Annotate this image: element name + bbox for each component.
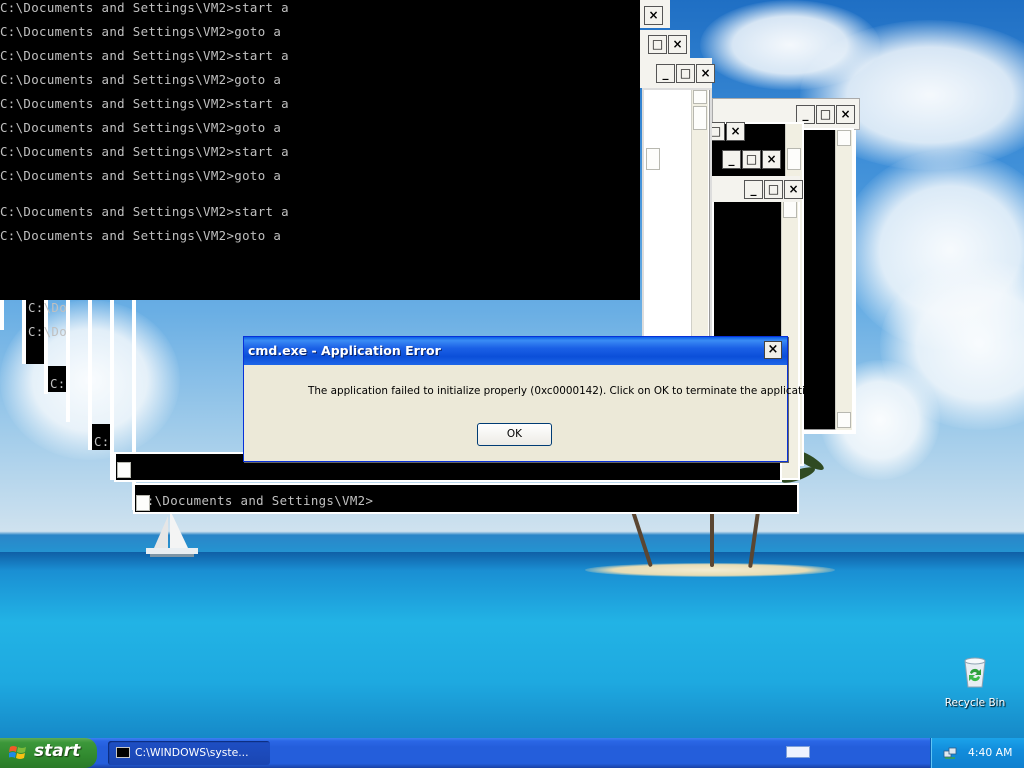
minimize-button[interactable]: _ <box>722 150 741 169</box>
window-buttons: □ × <box>648 35 687 54</box>
start-label: start <box>34 741 81 761</box>
maximize-button[interactable]: □ <box>742 150 761 169</box>
console-fragment: C: <box>94 434 110 449</box>
sea <box>0 552 1024 738</box>
console-line: C:\Documents and Settings\VM2>goto a <box>0 24 282 39</box>
console-line: C:\Documents and Settings\VM2>goto a <box>0 168 282 183</box>
console-line: C:\Documents and Settings\VM2>start a <box>0 204 289 219</box>
recycle-bin-icon <box>964 657 986 688</box>
close-button[interactable]: × <box>784 180 803 199</box>
console-prompt: C:\Documents and Settings\VM2> <box>139 493 374 508</box>
language-bar-icon[interactable] <box>786 746 810 758</box>
maximize-button[interactable]: □ <box>764 180 783 199</box>
console-line: C:\Documents and Settings\VM2>start a <box>0 96 289 111</box>
console-icon <box>116 747 130 758</box>
start-button[interactable]: start <box>0 738 97 768</box>
console-line: C:\Documents and Settings\VM2>start a <box>0 48 289 63</box>
taskbar-item-cmd[interactable]: C:\WINDOWS\syste... <box>108 741 270 765</box>
console-fragment: C: <box>50 376 66 391</box>
maximize-button[interactable]: □ <box>676 64 695 83</box>
console-line: C:\Documents and Settings\VM2>goto a <box>0 72 282 87</box>
taskbar: start C:\WINDOWS\syste... 4:40 AM <box>0 738 1024 768</box>
console-line: C:\Documents and Settings\VM2>goto a <box>0 228 282 243</box>
network-icon[interactable] <box>943 746 957 760</box>
clock[interactable]: 4:40 AM <box>968 746 1012 759</box>
taskbar-item-label: C:\WINDOWS\syste... <box>135 746 249 759</box>
close-button[interactable]: × <box>762 150 781 169</box>
error-message: The application failed to initialize pro… <box>308 385 822 397</box>
scrollbar[interactable] <box>835 130 852 430</box>
console-line: C:\Documents and Settings\VM2>goto a <box>0 120 282 135</box>
dialog-titlebar[interactable]: cmd.exe - Application Error × <box>244 337 787 365</box>
cloud <box>700 0 880 90</box>
maximize-button[interactable]: □ <box>648 35 667 54</box>
close-button[interactable]: × <box>696 64 715 83</box>
windows-logo-icon <box>9 746 26 759</box>
dialog-title: cmd.exe - Application Error <box>248 343 441 358</box>
palm-trunk <box>710 505 714 567</box>
maximize-button[interactable]: □ <box>816 105 835 124</box>
console-fragment: C:\Do <box>28 300 68 315</box>
error-dialog[interactable]: cmd.exe - Application Error × The applic… <box>243 336 821 462</box>
window-buttons: × <box>644 6 663 25</box>
window-buttons: _ □ × <box>796 105 855 124</box>
console-line: C:\Documents and Settings\VM2>start a <box>0 144 289 159</box>
console-window-prompt[interactable]: C:\Documents and Settings\VM2> <box>133 483 799 514</box>
console-line: C:\Documents and Settings\VM2>start a <box>0 0 289 15</box>
window-frame <box>66 300 70 422</box>
close-button[interactable]: × <box>644 6 663 25</box>
close-button[interactable]: × <box>836 105 855 124</box>
sailboat <box>146 510 198 557</box>
window-buttons: _ □ × <box>744 180 803 199</box>
console-window-main[interactable]: C:\Documents and Settings\VM2>start a C:… <box>0 0 640 300</box>
minimize-button[interactable]: _ <box>744 180 763 199</box>
window-buttons: _ □ × <box>722 150 781 169</box>
recycle-bin-shortcut[interactable]: Recycle Bin <box>940 655 1010 709</box>
console-fragment: C:\Do <box>28 324 68 339</box>
system-tray: 4:40 AM <box>930 738 1024 768</box>
close-button[interactable]: × <box>764 341 782 359</box>
window-frame <box>0 300 4 330</box>
window-buttons: _ □ × <box>656 64 715 83</box>
recycle-bin-label: Recycle Bin <box>944 697 1006 709</box>
ok-button[interactable]: OK <box>477 423 552 446</box>
scrollbar[interactable] <box>691 90 708 340</box>
minimize-button[interactable]: _ <box>656 64 675 83</box>
close-button[interactable]: × <box>668 35 687 54</box>
close-button[interactable]: × <box>726 122 745 141</box>
scrollbar[interactable] <box>645 88 663 314</box>
